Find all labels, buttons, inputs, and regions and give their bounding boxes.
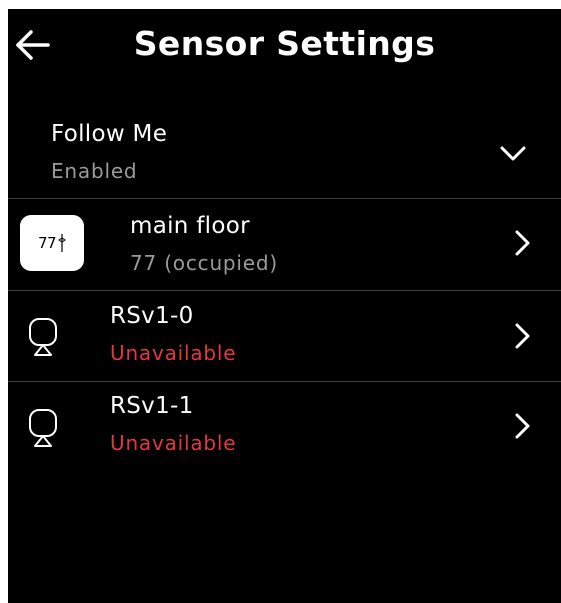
header: Sensor Settings	[8, 9, 561, 85]
chevron-right-icon[interactable]	[508, 229, 536, 257]
thermostat-icon: 77	[20, 215, 84, 271]
sensor-row-rsv1-1[interactable]: RSv1-1 Unavailable	[8, 382, 561, 472]
remote-sensor-icon	[29, 409, 57, 447]
remote-sensor-icon	[29, 318, 57, 356]
thermostat-icon-value: 77	[37, 234, 57, 252]
sensor-status: Unavailable	[110, 341, 237, 365]
thermostat-row[interactable]: 77 main floor 77 (occupied)	[8, 199, 561, 290]
sensor-settings-screen: Sensor Settings Follow Me Enabled 77 mai…	[8, 9, 561, 603]
chevron-right-icon[interactable]	[508, 412, 536, 440]
page-title: Sensor Settings	[133, 24, 436, 63]
chevron-down-icon[interactable]	[499, 139, 527, 167]
thermostat-name: main floor	[130, 213, 250, 239]
thermometer-icon	[58, 234, 66, 252]
follow-me-row[interactable]: Follow Me Enabled	[8, 109, 561, 198]
chevron-right-icon[interactable]	[508, 322, 536, 350]
sensor-name: RSv1-0	[110, 303, 194, 329]
follow-me-title: Follow Me	[51, 121, 168, 147]
sensor-name: RSv1-1	[110, 393, 194, 419]
sensor-status: Unavailable	[110, 431, 237, 455]
sensor-row-rsv1-0[interactable]: RSv1-0 Unavailable	[8, 291, 561, 381]
thermostat-status: 77 (occupied)	[130, 251, 278, 275]
follow-me-status: Enabled	[51, 159, 138, 183]
